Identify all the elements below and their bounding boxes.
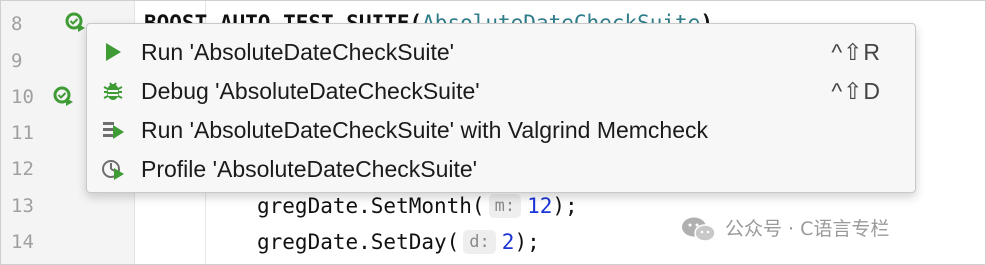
- line-number: 8: [11, 13, 23, 35]
- code-text: );: [514, 230, 540, 254]
- code-text: );: [552, 194, 578, 218]
- wechat-icon: [682, 217, 716, 242]
- line-number: 11: [11, 122, 34, 144]
- watermark-text: 公众号 · C语言专栏: [725, 218, 890, 240]
- menu-item-label: Profile 'AbsoluteDateCheckSuite': [141, 156, 478, 182]
- line-number: 9: [11, 50, 23, 72]
- run-context-menu: Run 'AbsoluteDateCheckSuite' ^⇧R Debug '…: [86, 23, 916, 193]
- menu-item-run[interactable]: Run 'AbsoluteDateCheckSuite' ^⇧R: [87, 32, 915, 72]
- profile-icon: [102, 160, 124, 180]
- menu-item-label: Run 'AbsoluteDateCheckSuite': [141, 39, 455, 65]
- line-number: 12: [11, 158, 34, 180]
- editor-window: 8 9 10 11 12 13 14 BOOST_AUTO_TEST_SUITE…: [0, 0, 986, 265]
- menu-item-profile[interactable]: Profile 'AbsoluteDateCheckSuite': [87, 149, 915, 189]
- menu-item-label: Run 'AbsoluteDateCheckSuite' with Valgri…: [141, 117, 709, 143]
- parameter-hint: d:: [463, 230, 496, 254]
- menu-item-shortcut: ^⇧D: [831, 78, 881, 104]
- number-literal: 12: [527, 194, 553, 218]
- menu-item-valgrind[interactable]: Run 'AbsoluteDateCheckSuite' with Valgri…: [87, 110, 915, 150]
- code-text: gregDate.SetDay(: [257, 230, 460, 254]
- valgrind-icon: [103, 122, 124, 139]
- menu-item-debug[interactable]: Debug 'AbsoluteDateCheckSuite' ^⇧D: [87, 71, 915, 111]
- code-line-set-month: gregDate.SetMonth(m: 12);: [257, 188, 578, 224]
- number-literal: 2: [501, 230, 515, 254]
- line-number: 13: [11, 195, 34, 217]
- parameter-hint: m:: [488, 194, 522, 218]
- run-test-icon[interactable]: [65, 12, 87, 34]
- code-text: gregDate.SetMonth(: [257, 194, 485, 218]
- code-line-set-day: gregDate.SetDay(d: 2);: [257, 224, 540, 260]
- line-number: 10: [11, 86, 34, 108]
- menu-item-label: Debug 'AbsoluteDateCheckSuite': [141, 78, 480, 104]
- menu-item-shortcut: ^⇧R: [831, 39, 881, 65]
- debug-icon: [103, 82, 123, 100]
- run-test-icon[interactable]: [53, 86, 75, 108]
- run-icon: [106, 43, 121, 61]
- line-number: 14: [11, 231, 34, 253]
